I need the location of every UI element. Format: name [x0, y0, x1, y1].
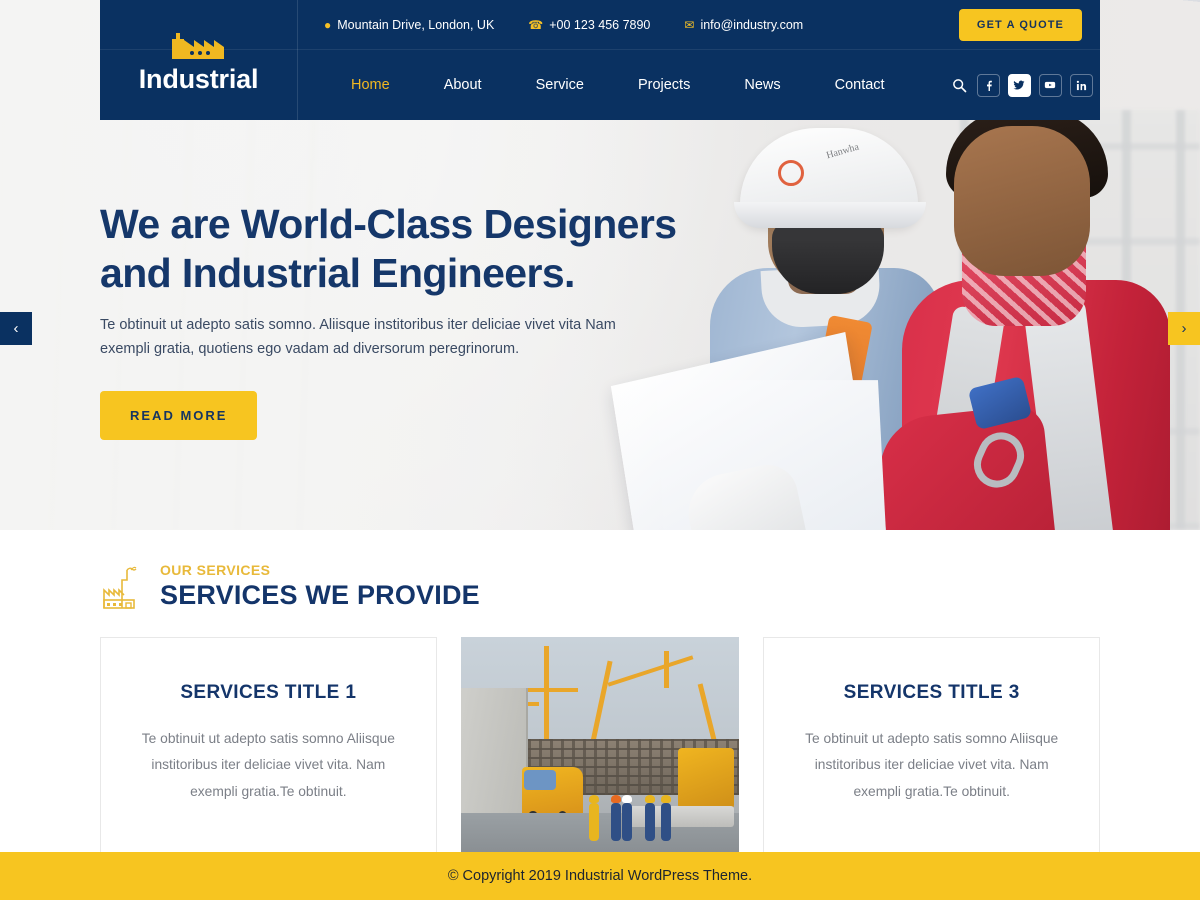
services-card-list: SERVICES TITLE 1 Te obtinuit ut adepto s… [100, 637, 1101, 869]
envelope-icon: ✉ [684, 17, 695, 32]
header-email[interactable]: ✉ info@industry.com [684, 18, 803, 32]
map-pin-icon: ● [324, 17, 332, 32]
nav-link-home[interactable]: Home [324, 50, 417, 120]
nav-link-service[interactable]: Service [509, 50, 611, 120]
read-more-button[interactable]: READ MORE [100, 390, 258, 440]
service-card-2-image[interactable] [460, 637, 740, 869]
slider-next-button[interactable]: › [1168, 312, 1200, 345]
linkedin-icon[interactable] [1069, 73, 1093, 97]
header-phone[interactable]: ☎ +00 123 456 7890 [528, 18, 650, 32]
header-address: ● Mountain Drive, London, UK [324, 18, 494, 32]
nav-item-service[interactable]: Service [509, 50, 611, 120]
service-card-3-text: Te obtinuit ut adepto satis somno Aliisq… [805, 731, 1059, 799]
search-icon[interactable] [942, 72, 977, 99]
nav-link-about[interactable]: About [417, 50, 509, 120]
hero-subtitle: Te obtinuit ut adepto satis somno. Aliis… [100, 314, 625, 360]
factory-icon [170, 26, 228, 60]
site-logo[interactable]: Industrial [100, 0, 298, 120]
copyright-text: © Copyright 2019 Industrial WordPress Th… [447, 868, 753, 884]
hero-subtitle-line-1: Te obtinuit ut adepto satis somno. Aliis… [100, 317, 582, 334]
nav-item-about[interactable]: About [417, 50, 509, 120]
address-text: Mountain Drive, London, UK [337, 17, 495, 32]
hero-worker-right [874, 110, 1200, 530]
nav-link-news[interactable]: News [717, 50, 807, 120]
construction-site-image [460, 637, 740, 869]
service-card-3[interactable]: SERVICES TITLE 3 Te obtinuit ut adepto s… [763, 637, 1101, 869]
hero-title: We are World-Class Designers and Industr… [100, 200, 740, 298]
nav-item-home[interactable]: Home [324, 50, 417, 120]
phone-text: +00 123 456 7890 [549, 17, 651, 32]
get-a-quote-button[interactable]: GET A QUOTE [958, 8, 1082, 41]
site-footer: © Copyright 2019 Industrial WordPress Th… [0, 852, 1200, 900]
nav-item-projects[interactable]: Projects [611, 50, 717, 120]
service-card-1[interactable]: SERVICES TITLE 1 Te obtinuit ut adepto s… [100, 637, 437, 869]
service-card-1-text: Te obtinuit ut adepto satis somno Aliisq… [141, 731, 395, 799]
hero-title-line-2: and Industrial Engineers. [100, 250, 575, 297]
nav-item-contact[interactable]: Contact [808, 50, 912, 120]
slider-prev-button[interactable]: ‹ [0, 312, 32, 345]
services-section: OUR SERVICES SERVICES WE PROVIDE SERVICE… [0, 530, 1200, 869]
services-heading: OUR SERVICES SERVICES WE PROVIDE [100, 562, 1100, 611]
site-header: Industrial ● Mountain Drive, London, UK … [100, 0, 1100, 120]
hero-content: We are World-Class Designers and Industr… [100, 200, 740, 440]
main-navigation: Home About Service Projects News Contact [298, 50, 1100, 120]
nav-link-projects[interactable]: Projects [611, 50, 717, 120]
service-card-1-title: SERVICES TITLE 1 [180, 682, 357, 703]
social-links [976, 73, 1093, 97]
twitter-icon[interactable] [1007, 73, 1031, 97]
phone-icon: ☎ [528, 17, 544, 32]
hero-slider: Hanwha Industrial ● Mountain Drive, Lond… [0, 0, 1200, 530]
services-title: SERVICES WE PROVIDE [160, 580, 480, 610]
services-heading-text: OUR SERVICES SERVICES WE PROVIDE [160, 562, 480, 611]
services-eyebrow: OUR SERVICES [160, 562, 271, 578]
factory-outline-icon [100, 564, 146, 610]
service-card-3-title: SERVICES TITLE 3 [843, 682, 1020, 703]
logo-text: Industrial [138, 63, 259, 94]
nav-item-news[interactable]: News [717, 50, 807, 120]
youtube-icon[interactable] [1038, 73, 1062, 97]
facebook-icon[interactable] [976, 73, 1000, 97]
nav-link-contact[interactable]: Contact [808, 50, 912, 120]
email-text: info@industry.com [700, 17, 804, 32]
hero-title-line-1: We are World-Class Designers [100, 201, 677, 247]
nav-list: Home About Service Projects News Contact [324, 50, 912, 120]
